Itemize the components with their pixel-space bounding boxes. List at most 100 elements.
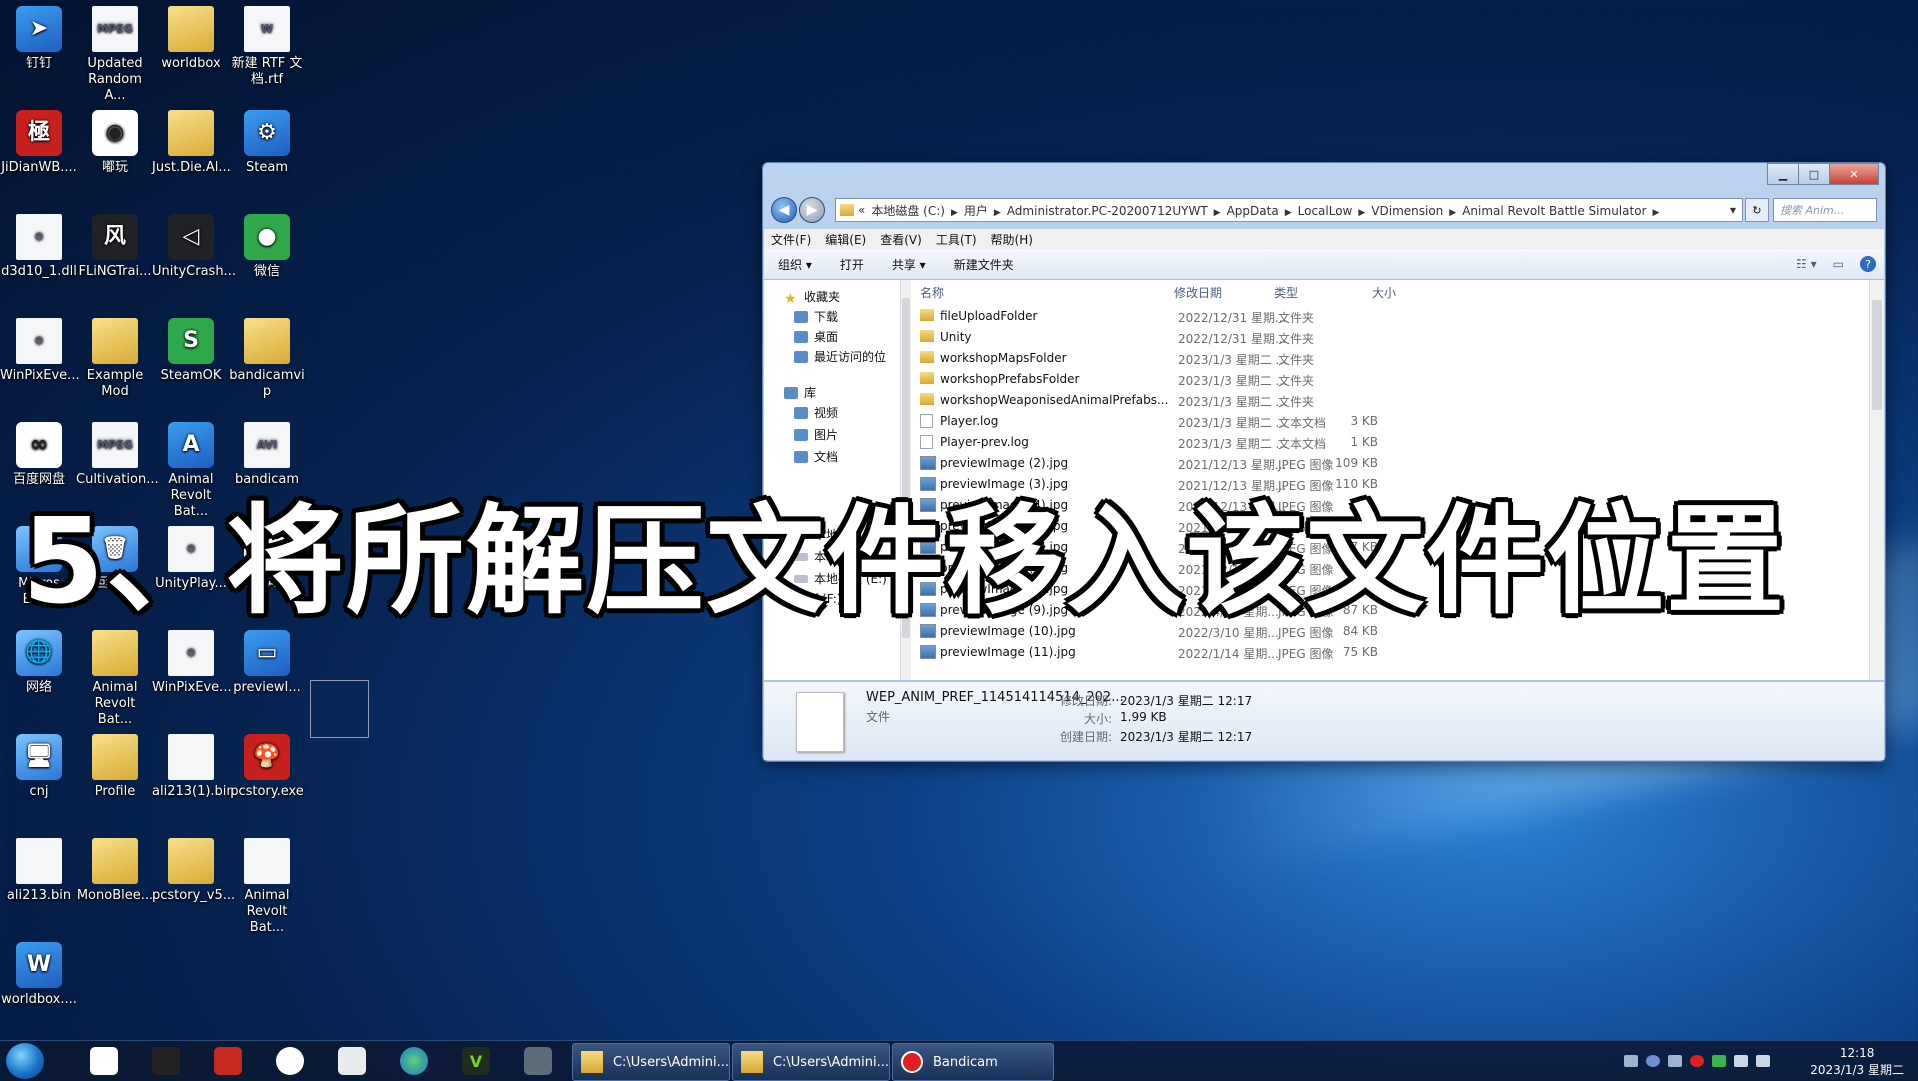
- scroll-thumb[interactable]: [1872, 300, 1882, 410]
- desktop-icon[interactable]: ali213.bin: [0, 834, 78, 904]
- desktop-icon[interactable]: 🌐 网络: [0, 626, 78, 696]
- baidu-pan-icon[interactable]: [82, 1045, 126, 1077]
- nav-desktop[interactable]: 桌面: [794, 328, 838, 345]
- tray-volume-icon[interactable]: [1734, 1055, 1748, 1067]
- tray-arrow-icon[interactable]: [1668, 1055, 1682, 1067]
- back-button[interactable]: ◀: [771, 197, 797, 223]
- menu-file[interactable]: 文件(F): [764, 231, 818, 248]
- file-row[interactable]: workshopPrefabsFolder 2023/1/3 星期二 ... 文件夹: [912, 369, 1870, 390]
- new-folder-button[interactable]: 新建文件夹: [940, 256, 1028, 273]
- desktop-icon[interactable]: MonoBlee...: [76, 834, 154, 904]
- breadcrumb-item[interactable]: 本地磁盘 (C:): [865, 204, 951, 218]
- breadcrumb-item[interactable]: Animal Revolt Battle Simulator: [1456, 204, 1652, 218]
- taskbar-explorer-1[interactable]: C:\Users\Admini...: [572, 1043, 730, 1081]
- forward-button[interactable]: ▶: [799, 197, 825, 223]
- fling-trainer-icon[interactable]: [144, 1045, 188, 1077]
- organize-button[interactable]: 组织 ▾: [764, 256, 826, 273]
- help-icon[interactable]: ?: [1860, 256, 1876, 272]
- desktop-icon[interactable]: ⚙ Steam: [228, 106, 306, 176]
- app-window-icon[interactable]: [330, 1045, 374, 1077]
- desktop-icon[interactable]: pcstory_v5...: [152, 834, 235, 904]
- preview-pane-icon[interactable]: ▭: [1825, 257, 1852, 271]
- desktop-icon[interactable]: ⚙ WinPixEve...: [0, 314, 80, 384]
- open-button[interactable]: 打开: [826, 256, 878, 273]
- desktop-icon[interactable]: Animal Revolt Bat...: [76, 626, 154, 728]
- nav-pictures[interactable]: 图片: [794, 426, 838, 443]
- taskbar-bandicam[interactable]: Bandicam: [892, 1043, 1054, 1081]
- nav-recent[interactable]: 最近访问的位: [794, 348, 886, 365]
- breadcrumb-item[interactable]: Administrator.PC-20200712UYWT: [1001, 204, 1214, 218]
- desktop-icon[interactable]: worldbox: [152, 2, 230, 72]
- game-icon[interactable]: [516, 1045, 560, 1077]
- menu-tools[interactable]: 工具(T): [929, 231, 984, 248]
- column-header-name[interactable]: 名称: [920, 284, 944, 302]
- tray-help-icon[interactable]: [1646, 1055, 1660, 1067]
- menu-help[interactable]: 帮助(H): [984, 231, 1040, 248]
- breadcrumb-separator[interactable]: ▶: [1652, 208, 1659, 218]
- desktop-icon[interactable]: ● 微信: [228, 210, 306, 280]
- desktop-icon[interactable]: ➤ 钉钉: [0, 2, 78, 72]
- column-header-size[interactable]: 大小: [1372, 284, 1396, 302]
- column-header-date[interactable]: 修改日期: [1174, 284, 1222, 302]
- nav-libraries[interactable]: 库: [784, 384, 816, 401]
- address-bar[interactable]: « 本地磁盘 (C:) ▶ 用户 ▶ Administrator.PC-20200712…: [835, 198, 1743, 222]
- share-button[interactable]: 共享 ▾: [878, 256, 940, 273]
- breadcrumb-item[interactable]: AppData: [1221, 204, 1285, 218]
- column-header-type[interactable]: 类型: [1274, 284, 1298, 302]
- breadcrumb-separator[interactable]: ▶: [994, 208, 1001, 218]
- breadcrumb-separator[interactable]: ▶: [951, 208, 958, 218]
- desktop-icon[interactable]: Animal Revolt Bat...: [228, 834, 306, 936]
- view-options-icon[interactable]: ☷ ▾: [1788, 257, 1825, 271]
- desktop-icon[interactable]: ▭ previewI...: [228, 626, 306, 696]
- search-input[interactable]: 搜索 Anim...: [1773, 198, 1877, 222]
- desktop-icon[interactable]: Profile: [76, 730, 154, 800]
- menu-edit[interactable]: 编辑(E): [818, 231, 873, 248]
- desktop-icon[interactable]: bandicamvi p: [228, 314, 306, 400]
- nav-videos[interactable]: 视频: [794, 404, 838, 421]
- breadcrumb-item[interactable]: VDimension: [1365, 204, 1449, 218]
- vortex-icon[interactable]: V: [454, 1045, 498, 1077]
- close-button[interactable]: ✕: [1829, 163, 1879, 185]
- file-row[interactable]: Player.log 2023/1/3 星期二 ... 文本文档 3 KB: [912, 411, 1870, 432]
- file-row[interactable]: workshopWeaponisedAnimalPrefabs... 2023/1…: [912, 390, 1870, 411]
- desktop-icon[interactable]: ⚙ d3d10_1.dll: [0, 210, 78, 280]
- nav-downloads[interactable]: 下载: [794, 308, 838, 325]
- address-overflow[interactable]: «: [858, 203, 865, 217]
- tray-record-icon[interactable]: [1690, 1055, 1704, 1067]
- file-row[interactable]: workshopMapsFolder 2023/1/3 星期二 ... 文件夹: [912, 348, 1870, 369]
- edge-icon[interactable]: [392, 1045, 436, 1077]
- maximize-button[interactable]: □: [1798, 163, 1830, 185]
- breadcrumb-item[interactable]: 用户: [958, 204, 994, 218]
- tray-signal-icon[interactable]: [1756, 1055, 1770, 1067]
- clock[interactable]: 12:18 2023/1/3 星期二: [1810, 1045, 1904, 1079]
- breadcrumb-separator[interactable]: ▶: [1214, 208, 1221, 218]
- address-dropdown-icon[interactable]: ▾: [1724, 203, 1742, 217]
- desktop-icon[interactable]: S SteamOK: [152, 314, 230, 384]
- file-row[interactable]: Unity 2022/12/31 星期... 文件夹: [912, 327, 1870, 348]
- file-row[interactable]: fileUploadFolder 2022/12/31 星期... 文件夹: [912, 306, 1870, 327]
- desktop-icon[interactable]: Just.Die.Al...: [152, 106, 231, 176]
- duwan-icon[interactable]: [268, 1045, 312, 1077]
- desktop-icon[interactable]: W 新建 RTF 文档.rtf: [228, 2, 306, 88]
- desktop-icon[interactable]: ◉ 嘟玩: [76, 106, 154, 176]
- desktop-icon[interactable]: Wworldbox....: [0, 938, 78, 1008]
- desktop-icon[interactable]: ⚙ WinPixEve...: [152, 626, 232, 696]
- desktop-icon[interactable]: 风 FLiNGTrai...: [76, 210, 154, 280]
- breadcrumb-separator[interactable]: ▶: [1285, 208, 1292, 218]
- desktop-icon[interactable]: MPEG Updated Random A...: [76, 2, 154, 104]
- file-row[interactable]: Player-prev.log 2023/1/3 星期二 ... 文本文档 1 KB: [912, 432, 1870, 453]
- desktop-icon[interactable]: ali213(1).bin: [152, 730, 235, 800]
- file-row[interactable]: previewImage (11).jpg 2022/1/14 星期... JPEG…: [912, 642, 1870, 663]
- tray-network-icon[interactable]: [1712, 1055, 1726, 1067]
- minimize-button[interactable]: ▁: [1767, 163, 1799, 185]
- desktop-icon[interactable]: 🍄 pcstory.exe: [228, 730, 306, 800]
- breadcrumb-item[interactable]: LocalLow: [1292, 204, 1359, 218]
- pcstory-icon[interactable]: [206, 1045, 250, 1077]
- desktop-icon[interactable]: 極 JiDianWB....: [0, 106, 78, 176]
- desktop-icon[interactable]: ◁ UnityCrash...: [152, 210, 236, 280]
- desktop-icon[interactable]: 🖥 cnj: [0, 730, 78, 800]
- refresh-button[interactable]: ↻: [1745, 198, 1769, 222]
- nav-favorites[interactable]: ★ 收藏夹: [784, 288, 840, 307]
- file-scrollbar[interactable]: [1869, 280, 1884, 680]
- tray-keyboard-icon[interactable]: [1624, 1055, 1638, 1067]
